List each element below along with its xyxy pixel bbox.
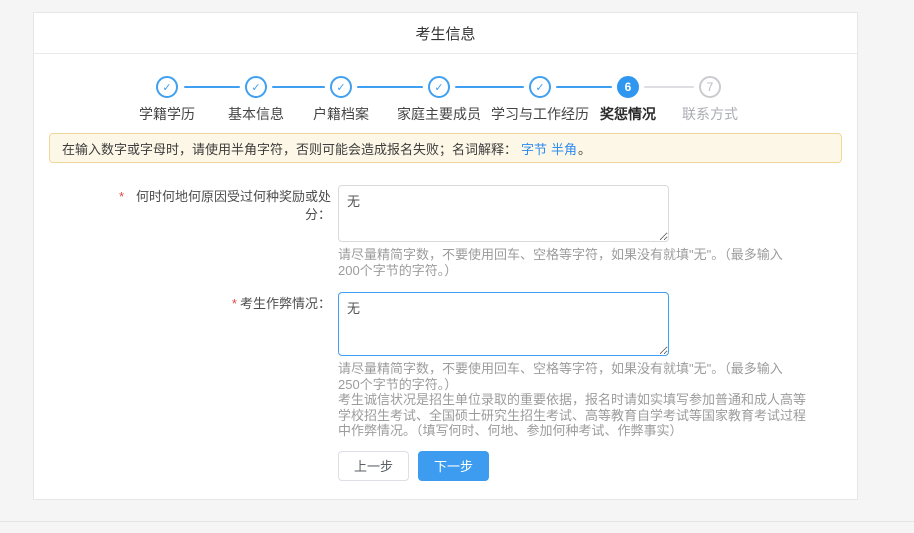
step-label: 户籍档案 xyxy=(313,104,369,124)
byte-definition-link[interactable]: 字节 xyxy=(521,139,547,158)
step-number: 7 xyxy=(699,76,721,98)
cheating-record-textarea[interactable]: 无 xyxy=(338,292,669,356)
cheating-record-helper: 请尽量精简字数，不要使用回车、空格等字符，如果没有就填"无"。（最多输入 250… xyxy=(338,361,842,439)
check-icon: ✓ xyxy=(330,76,352,98)
cheating-record-content: 无 请尽量精简字数，不要使用回车、空格等字符，如果没有就填"无"。（最多输入 2… xyxy=(338,292,842,439)
bottom-divider xyxy=(0,521,914,522)
reward-punishment-content: 无 请尽量精简字数，不要使用回车、空格等字符，如果没有就填"无"。（最多输入 2… xyxy=(338,185,842,278)
required-asterisk: * xyxy=(232,296,237,311)
halfwidth-warning-banner: 在输入数字或字母时，请使用半角字符，否则可能会造成报名失败；名词解释： 字节 半… xyxy=(49,133,842,163)
notice-text: 在输入数字或字母时，请使用半角字符，否则可能会造成报名失败；名词解释： xyxy=(62,139,517,158)
reward-punishment-row: *何时何地何原因受过何种奖励或处分： 无 请尽量精简字数，不要使用回车、空格等字… xyxy=(49,185,842,278)
page: 考生信息 ✓ 学籍学历 ✓ 基本信息 ✓ 户籍档案 xyxy=(0,0,914,533)
cheating-record-row: *考生作弊情况： 无 请尽量精简字数，不要使用回车、空格等字符，如果没有就填"无… xyxy=(49,292,842,439)
check-icon: ✓ xyxy=(529,76,551,98)
check-icon: ✓ xyxy=(245,76,267,98)
required-asterisk: * xyxy=(119,189,124,204)
step-label: 家庭主要成员 xyxy=(397,104,481,124)
candidate-info-card: 考生信息 ✓ 学籍学历 ✓ 基本信息 ✓ 户籍档案 xyxy=(33,12,858,500)
check-icon: ✓ xyxy=(428,76,450,98)
next-step-button[interactable]: 下一步 xyxy=(418,451,489,481)
page-title: 考生信息 xyxy=(415,23,475,44)
cheating-record-label: *考生作弊情况： xyxy=(49,292,331,439)
step-label: 奖惩情况 xyxy=(600,104,656,124)
notice-suffix: 。 xyxy=(578,139,591,158)
reward-punishment-helper: 请尽量精简字数，不要使用回车、空格等字符，如果没有就填"无"。（最多输入 200… xyxy=(338,247,842,278)
card-header: 考生信息 xyxy=(34,13,857,54)
card-body: ✓ 学籍学历 ✓ 基本信息 ✓ 户籍档案 ✓ 家庭主要成员 xyxy=(34,54,857,481)
step-label: 联系方式 xyxy=(682,104,738,124)
reward-punishment-textarea[interactable]: 无 xyxy=(338,185,669,242)
check-icon: ✓ xyxy=(156,76,178,98)
halfwidth-definition-link[interactable]: 半角 xyxy=(551,139,577,158)
stepper: ✓ 学籍学历 ✓ 基本信息 ✓ 户籍档案 ✓ 家庭主要成员 xyxy=(49,54,842,120)
step-label: 学籍学历 xyxy=(139,104,195,124)
step-lianxi-fangshi[interactable]: 7 联系方式 xyxy=(650,76,770,124)
reward-punishment-label: *何时何地何原因受过何种奖励或处分： xyxy=(49,185,331,278)
step-label: 基本信息 xyxy=(228,104,284,124)
wizard-buttons: 上一步 下一步 xyxy=(338,451,842,481)
step-number: 6 xyxy=(617,76,639,98)
previous-step-button[interactable]: 上一步 xyxy=(338,451,409,481)
